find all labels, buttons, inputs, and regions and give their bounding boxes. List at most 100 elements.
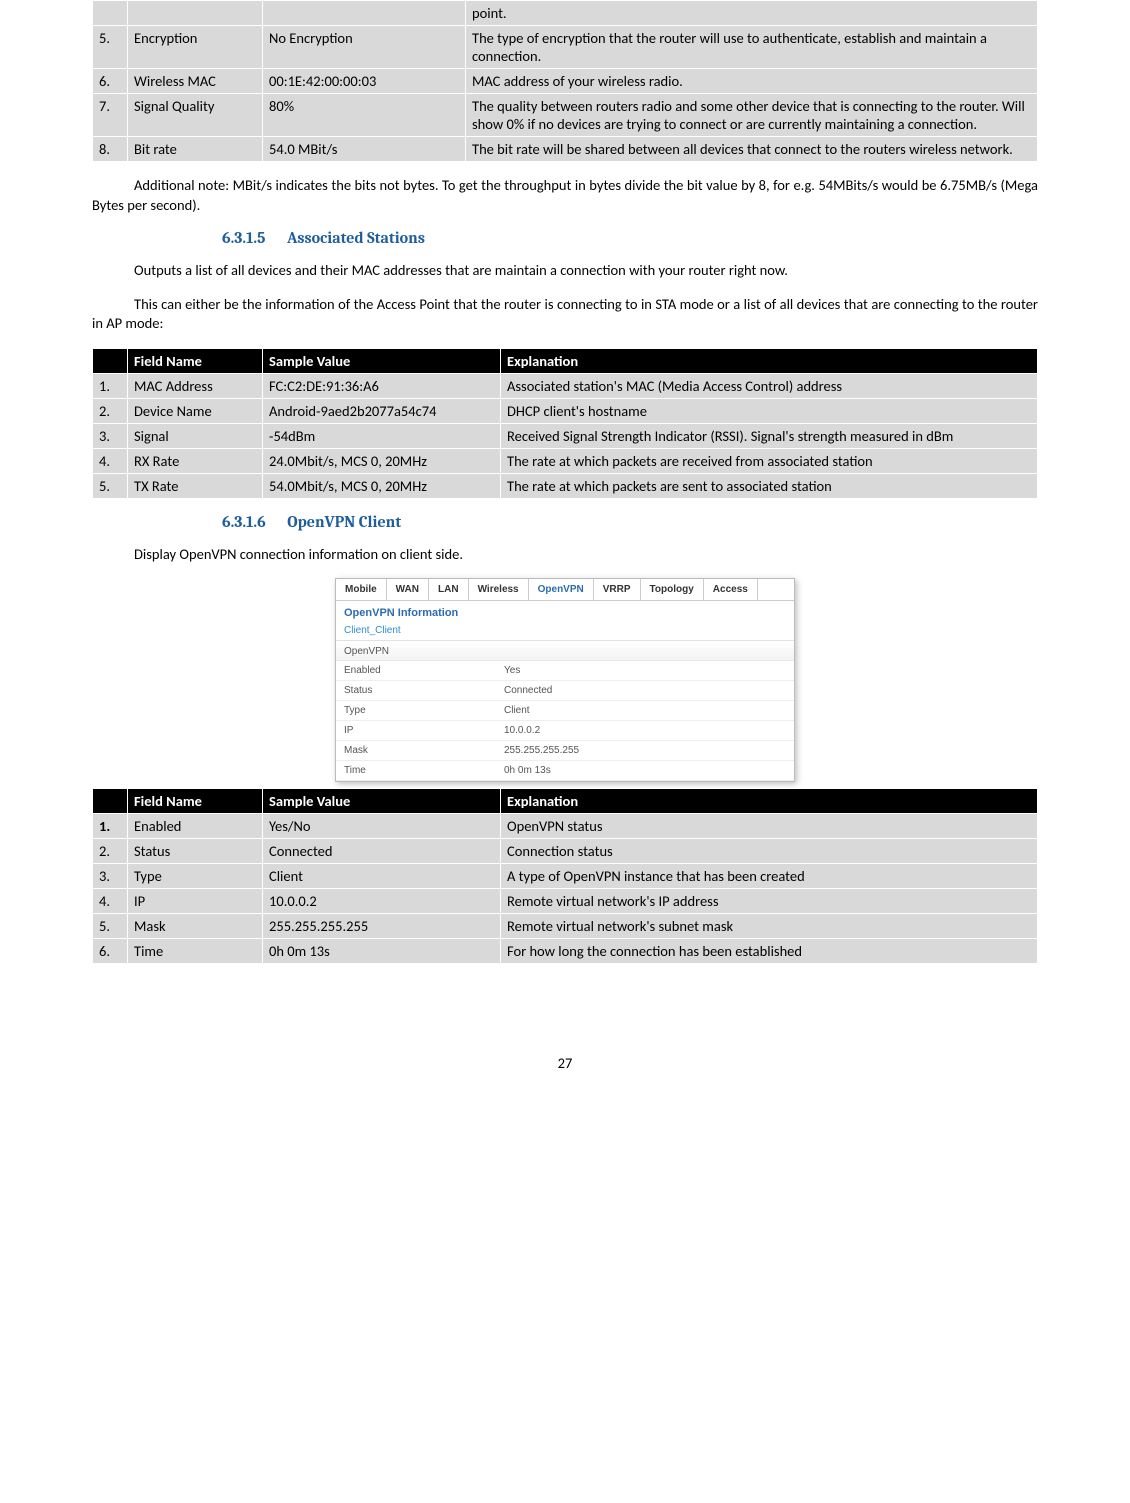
- screenshot-section-label: OpenVPN: [336, 641, 794, 661]
- row-number: 5.: [93, 914, 128, 939]
- field-name: Wireless MAC: [128, 69, 263, 94]
- sample-value: 00:1E:42:00:00:03: [263, 69, 466, 94]
- col-sample-value: Sample Value: [263, 789, 501, 814]
- explanation: Remote virtual network's subnet mask: [501, 914, 1038, 939]
- section-heading-associated-stations: 6.3.1.5 Associated Stations: [222, 229, 1038, 247]
- screenshot-row: Enabled Yes: [336, 661, 794, 681]
- row-value: Client: [504, 705, 786, 716]
- tab-mobile[interactable]: Mobile: [336, 579, 387, 600]
- tab-access[interactable]: Access: [704, 579, 758, 600]
- screenshot-row: Mask 255.255.255.255: [336, 741, 794, 761]
- body-paragraph: This can either be the information of th…: [92, 295, 1038, 334]
- field-name: [128, 1, 263, 26]
- screenshot-row: Time 0h 0m 13s: [336, 761, 794, 781]
- explanation: The quality between routers radio and so…: [466, 94, 1038, 137]
- sample-value: Yes/No: [263, 814, 501, 839]
- table-row: 1. MAC Address FC:C2:DE:91:36:A6 Associa…: [93, 373, 1038, 398]
- sample-value: Connected: [263, 839, 501, 864]
- field-name: Enabled: [128, 814, 263, 839]
- tab-wan[interactable]: WAN: [387, 579, 429, 600]
- screenshot-row: Type Client: [336, 701, 794, 721]
- explanation: The rate at which packets are sent to as…: [501, 473, 1038, 498]
- row-value: Yes: [504, 665, 786, 676]
- row-value: 0h 0m 13s: [504, 765, 786, 776]
- field-name: Signal: [128, 423, 263, 448]
- explanation: OpenVPN status: [501, 814, 1038, 839]
- row-number: 5.: [93, 26, 128, 69]
- explanation: DHCP client's hostname: [501, 398, 1038, 423]
- explanation: The type of encryption that the router w…: [466, 26, 1038, 69]
- field-name: Status: [128, 839, 263, 864]
- sample-value: FC:C2:DE:91:36:A6: [263, 373, 501, 398]
- wireless-table: point. 5. Encryption No Encryption The t…: [92, 0, 1038, 162]
- row-key: Enabled: [344, 665, 504, 676]
- table-row: 5. Mask 255.255.255.255 Remote virtual n…: [93, 914, 1038, 939]
- table-row: 3. Signal -54dBm Received Signal Strengt…: [93, 423, 1038, 448]
- explanation: For how long the connection has been est…: [501, 939, 1038, 964]
- row-number: 8.: [93, 137, 128, 162]
- tab-vrrp[interactable]: VRRP: [594, 579, 641, 600]
- sample-value: Client: [263, 864, 501, 889]
- table-row: 4. RX Rate 24.0Mbit/s, MCS 0, 20MHz The …: [93, 448, 1038, 473]
- screenshot-tabs: Mobile WAN LAN Wireless OpenVPN VRRP Top…: [336, 579, 794, 601]
- explanation: Associated station's MAC (Media Access C…: [501, 373, 1038, 398]
- associated-stations-table: Field Name Sample Value Explanation 1. M…: [92, 348, 1038, 499]
- field-name: Mask: [128, 914, 263, 939]
- blank-header: [93, 789, 128, 814]
- tab-topology[interactable]: Topology: [641, 579, 704, 600]
- table-row: 1. Enabled Yes/No OpenVPN status: [93, 814, 1038, 839]
- field-name: Encryption: [128, 26, 263, 69]
- explanation: Connection status: [501, 839, 1038, 864]
- sample-value: 24.0Mbit/s, MCS 0, 20MHz: [263, 448, 501, 473]
- row-key: Type: [344, 705, 504, 716]
- tab-openvpn[interactable]: OpenVPN: [529, 579, 594, 600]
- table-row: 5. TX Rate 54.0Mbit/s, MCS 0, 20MHz The …: [93, 473, 1038, 498]
- col-field-name: Field Name: [128, 348, 263, 373]
- sample-value: 10.0.0.2: [263, 889, 501, 914]
- field-name: IP: [128, 889, 263, 914]
- table-header-row: Field Name Sample Value Explanation: [93, 789, 1038, 814]
- row-number: 4.: [93, 448, 128, 473]
- explanation: Remote virtual network's IP address: [501, 889, 1038, 914]
- screenshot-row: IP 10.0.0.2: [336, 721, 794, 741]
- note-paragraph: Additional note: MBit/s indicates the bi…: [92, 176, 1038, 215]
- row-value: 10.0.0.2: [504, 725, 786, 736]
- row-number: 2.: [93, 839, 128, 864]
- tab-wireless[interactable]: Wireless: [469, 579, 529, 600]
- screenshot-row: Status Connected: [336, 681, 794, 701]
- col-sample-value: Sample Value: [263, 348, 501, 373]
- row-number: 6.: [93, 939, 128, 964]
- row-number: 3.: [93, 864, 128, 889]
- explanation: point.: [466, 1, 1038, 26]
- row-number: [93, 1, 128, 26]
- row-key: IP: [344, 725, 504, 736]
- table-row: 2. Device Name Android-9aed2b2077a54c74 …: [93, 398, 1038, 423]
- table-row: point.: [93, 1, 1038, 26]
- explanation: The bit rate will be shared between all …: [466, 137, 1038, 162]
- field-name: TX Rate: [128, 473, 263, 498]
- field-name: Type: [128, 864, 263, 889]
- row-number: 3.: [93, 423, 128, 448]
- row-number: 1.: [93, 814, 128, 839]
- row-key: Status: [344, 685, 504, 696]
- screenshot-title: OpenVPN Information: [336, 601, 794, 621]
- field-name: RX Rate: [128, 448, 263, 473]
- openvpn-table: Field Name Sample Value Explanation 1. E…: [92, 788, 1038, 964]
- tab-lan[interactable]: LAN: [429, 579, 469, 600]
- sample-value: 54.0 MBit/s: [263, 137, 466, 162]
- table-row: 7. Signal Quality 80% The quality betwee…: [93, 94, 1038, 137]
- screenshot-subtab[interactable]: Client_Client: [336, 621, 794, 641]
- row-value: 255.255.255.255: [504, 745, 786, 756]
- table-row: 6. Wireless MAC 00:1E:42:00:00:03 MAC ad…: [93, 69, 1038, 94]
- body-paragraph: Outputs a list of all devices and their …: [92, 261, 1038, 281]
- section-heading-openvpn-client: 6.3.1.6 OpenVPN Client: [222, 513, 1038, 531]
- section-number: 6.3.1.6: [222, 513, 266, 531]
- field-name: MAC Address: [128, 373, 263, 398]
- page-number: 27: [0, 1054, 1130, 1072]
- sample-value: 54.0Mbit/s, MCS 0, 20MHz: [263, 473, 501, 498]
- section-number: 6.3.1.5: [222, 229, 265, 247]
- row-number: 6.: [93, 69, 128, 94]
- sample-value: -54dBm: [263, 423, 501, 448]
- row-key: Time: [344, 765, 504, 776]
- explanation: A type of OpenVPN instance that has been…: [501, 864, 1038, 889]
